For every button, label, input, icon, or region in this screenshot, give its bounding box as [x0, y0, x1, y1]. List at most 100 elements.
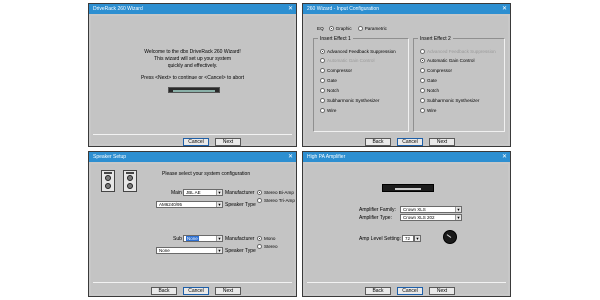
- effect1-option[interactable]: Notch: [320, 88, 339, 93]
- effect2-option[interactable]: Gate: [420, 78, 437, 83]
- stereo-triamp-option[interactable]: Stereo Tri-Amp: [257, 198, 295, 203]
- divider: [93, 282, 292, 283]
- stereo-option[interactable]: Stereo: [257, 244, 278, 249]
- main-speaker-type-select[interactable]: AM6240/95 ▼: [156, 201, 223, 208]
- amp-level-spinner[interactable]: ▼: [414, 235, 421, 242]
- radio-icon: [320, 58, 325, 63]
- speaker-type-label: Speaker Type: [225, 202, 256, 208]
- input-configuration-window: 260 Wizard - Input Configuration ✕ EQ Gra…: [302, 3, 511, 147]
- sub-label: Sub: [173, 236, 182, 242]
- close-icon[interactable]: ✕: [502, 152, 507, 162]
- cancel-button[interactable]: Cancel: [183, 138, 209, 146]
- radio-icon[interactable]: [257, 190, 262, 195]
- window-title: 260 Wizard - Input Configuration: [307, 6, 379, 12]
- next-button[interactable]: Next: [429, 287, 455, 295]
- speaker-icon: [123, 170, 137, 192]
- radio-icon[interactable]: [320, 88, 325, 93]
- window-title: High PA Amplifier: [307, 154, 346, 160]
- radio-icon[interactable]: [320, 78, 325, 83]
- close-icon[interactable]: ✕: [502, 4, 507, 14]
- effect2-option: Advanced Feedback Suppression: [420, 49, 496, 54]
- radio-icon[interactable]: [320, 68, 325, 73]
- speaker-type-label: Speaker Type: [225, 248, 256, 254]
- parametric-radio[interactable]: [357, 26, 363, 31]
- chevron-down-icon[interactable]: ▼: [415, 236, 420, 241]
- amp-level-knob[interactable]: [443, 230, 457, 244]
- effect1-option[interactable]: Advanced Feedback Suppression: [320, 49, 396, 54]
- radio-icon[interactable]: [420, 68, 425, 73]
- title-bar[interactable]: Speaker Setup ✕: [89, 152, 296, 162]
- group-label: Insert Effect 2: [418, 36, 453, 42]
- radio-icon[interactable]: [320, 98, 325, 103]
- radio-icon[interactable]: [320, 49, 325, 54]
- chevron-down-icon[interactable]: ▼: [455, 207, 461, 212]
- radio-icon[interactable]: [257, 236, 262, 241]
- graphic-radio[interactable]: [328, 26, 334, 31]
- main-manufacturer-select[interactable]: JBL AE ▼: [183, 189, 223, 196]
- radio-icon[interactable]: [257, 244, 262, 249]
- amplifier-unit-image: [382, 184, 434, 192]
- sub-speaker-type-select[interactable]: None ▼: [156, 247, 223, 254]
- close-icon[interactable]: ✕: [288, 152, 293, 162]
- chevron-down-icon[interactable]: ▼: [455, 215, 461, 220]
- mono-option[interactable]: Mono: [257, 236, 276, 241]
- radio-icon[interactable]: [420, 108, 425, 113]
- back-button[interactable]: Back: [151, 287, 177, 295]
- chevron-down-icon[interactable]: ▼: [216, 190, 222, 195]
- amplifier-family-label: Amplifier Family:: [359, 207, 396, 213]
- cancel-button[interactable]: Cancel: [397, 287, 423, 295]
- amplifier-family-select[interactable]: Crown XLS ▼: [400, 206, 462, 213]
- radio-icon[interactable]: [420, 78, 425, 83]
- welcome-wizard-window: DriveRack 260 Wizard ✕ Welcome to the dbx…: [88, 3, 297, 147]
- effect1-option[interactable]: Wire: [320, 108, 336, 113]
- chevron-down-icon[interactable]: ▼: [216, 248, 222, 253]
- title-bar[interactable]: 260 Wizard - Input Configuration ✕: [303, 4, 510, 14]
- effect1-option[interactable]: Compressor: [320, 68, 352, 73]
- next-button[interactable]: Next: [429, 138, 455, 146]
- welcome-line: Welcome to the dbx DriveRack 260 Wizard!: [144, 49, 241, 55]
- divider: [93, 134, 292, 135]
- graphic-label: Graphic: [335, 26, 352, 31]
- radio-icon[interactable]: [420, 58, 425, 63]
- driverack-unit-image: [168, 87, 220, 93]
- welcome-line: Press <Next> to continue or <Cancel> to …: [140, 75, 245, 81]
- cancel-button[interactable]: Cancel: [183, 287, 209, 295]
- next-button[interactable]: Next: [215, 138, 241, 146]
- config-prompt: Please select your system configuration: [162, 171, 251, 177]
- amp-level-field[interactable]: 72: [402, 235, 414, 242]
- stereo-biamp-option[interactable]: Stereo Bi-Amp: [257, 190, 294, 195]
- welcome-line: This wizard will set up your system: [154, 56, 231, 62]
- radio-icon[interactable]: [257, 198, 262, 203]
- effect2-option[interactable]: Automatic Gain Control: [420, 58, 475, 63]
- amplifier-type-select[interactable]: Crown XLS 202 ▼: [400, 214, 462, 221]
- insert-effect-1-group: Insert Effect 1 Advanced Feedback Suppre…: [313, 36, 409, 132]
- title-bar[interactable]: DriveRack 260 Wizard ✕: [89, 4, 296, 14]
- insert-effect-2-group: Insert Effect 2 Advanced Feedback Suppre…: [413, 36, 505, 132]
- chevron-down-icon[interactable]: ▼: [216, 202, 222, 207]
- sub-manufacturer-select[interactable]: None ▼: [183, 235, 223, 242]
- back-button[interactable]: Back: [365, 138, 391, 146]
- amp-level-label: Amp Level Setting:: [359, 236, 401, 242]
- effect2-option[interactable]: Subharmonic Synthesizer: [420, 98, 479, 103]
- speaker-body: Please select your system configuration …: [91, 164, 295, 295]
- title-bar[interactable]: High PA Amplifier ✕: [303, 152, 510, 162]
- next-button[interactable]: Next: [215, 287, 241, 295]
- window-title: DriveRack 260 Wizard: [93, 6, 143, 12]
- close-icon[interactable]: ✕: [288, 4, 293, 14]
- effect1-option[interactable]: Gate: [320, 78, 337, 83]
- effect2-option[interactable]: Wire: [420, 108, 436, 113]
- divider: [307, 282, 506, 283]
- radio-icon[interactable]: [320, 108, 325, 113]
- effect2-option[interactable]: Compressor: [420, 68, 452, 73]
- cancel-button[interactable]: Cancel: [397, 138, 423, 146]
- effect2-option[interactable]: Notch: [420, 88, 439, 93]
- chevron-down-icon[interactable]: ▼: [216, 236, 222, 241]
- effect1-option[interactable]: Subharmonic Synthesizer: [320, 98, 379, 103]
- eq-mode-row: EQ Graphic Parametric: [317, 26, 387, 31]
- radio-icon[interactable]: [420, 88, 425, 93]
- radio-icon[interactable]: [420, 98, 425, 103]
- back-button[interactable]: Back: [365, 287, 391, 295]
- manufacturer-label: Manufacturer: [225, 190, 255, 196]
- main-label: Main: [171, 190, 182, 196]
- speaker-icon: [101, 170, 115, 192]
